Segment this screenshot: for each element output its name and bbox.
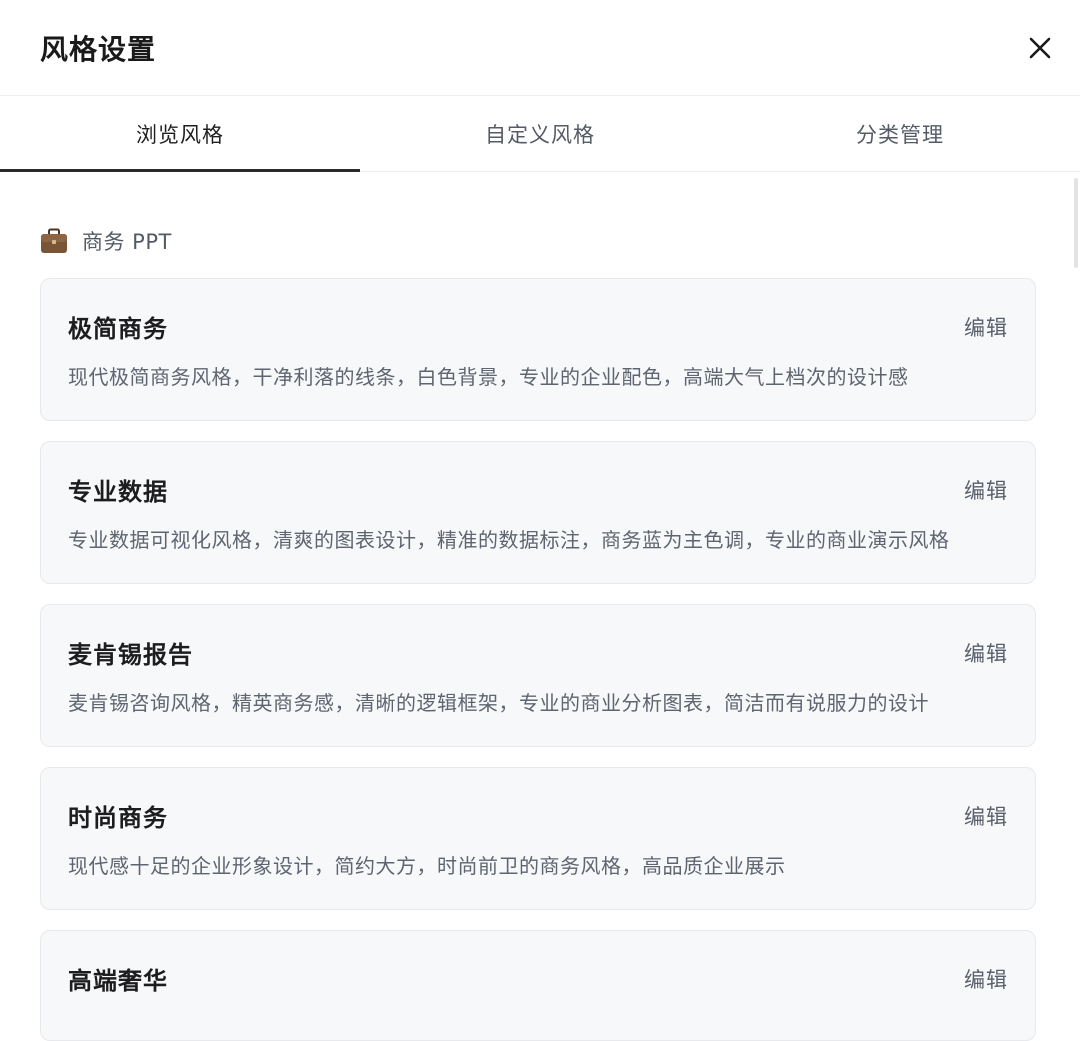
tab-custom-style[interactable]: 自定义风格 xyxy=(360,96,720,171)
edit-button[interactable]: 编辑 xyxy=(964,964,1008,994)
tab-browse-styles[interactable]: 浏览风格 xyxy=(0,96,360,172)
style-card[interactable]: 极简商务 编辑 现代极简商务风格，干净利落的线条，白色背景，专业的企业配色，高端… xyxy=(40,278,1036,421)
dialog-title: 风格设置 xyxy=(40,32,157,66)
style-card[interactable]: 麦肯锡报告 编辑 麦肯锡咨询风格，精英商务感，清晰的逻辑框架，专业的商业分析图表… xyxy=(40,604,1036,747)
edit-button[interactable]: 编辑 xyxy=(964,801,1008,831)
style-card-title: 极简商务 xyxy=(68,315,168,343)
style-settings-dialog: 风格设置 浏览风格 自定义风格 分类管理 商务 PPT 极简商务 编辑 现代极简… xyxy=(0,0,1080,1041)
style-card-title: 专业数据 xyxy=(68,478,168,506)
tab-bar: 浏览风格 自定义风格 分类管理 xyxy=(0,96,1080,172)
edit-button[interactable]: 编辑 xyxy=(964,312,1008,342)
style-card-description: 现代感十足的企业形象设计，简约大方，时尚前卫的商务风格，高品质企业展示 xyxy=(68,854,786,878)
style-cards: 极简商务 编辑 现代极简商务风格，干净利落的线条，白色背景，专业的企业配色，高端… xyxy=(0,262,1080,1041)
scrollbar-thumb[interactable] xyxy=(1074,178,1078,268)
edit-button[interactable]: 编辑 xyxy=(964,475,1008,505)
category-title: 商务 PPT xyxy=(82,230,172,254)
category-header: 商务 PPT xyxy=(0,172,1080,262)
style-card[interactable]: 专业数据 编辑 专业数据可视化风格，清爽的图表设计，精准的数据标注，商务蓝为主色… xyxy=(40,441,1036,584)
style-card-title: 时尚商务 xyxy=(68,804,168,832)
dialog-header: 风格设置 xyxy=(0,0,1080,96)
edit-button[interactable]: 编辑 xyxy=(964,638,1008,668)
briefcase-icon xyxy=(41,228,67,253)
tab-category-management[interactable]: 分类管理 xyxy=(720,96,1080,171)
style-card[interactable]: 高端奢华 编辑 xyxy=(40,930,1036,1041)
style-card[interactable]: 时尚商务 编辑 现代感十足的企业形象设计，简约大方，时尚前卫的商务风格，高品质企… xyxy=(40,767,1036,910)
style-card-description: 现代极简商务风格，干净利落的线条，白色背景，专业的企业配色，高端大气上档次的设计… xyxy=(68,365,909,389)
style-card-title: 麦肯锡报告 xyxy=(68,641,193,669)
scrollbar[interactable] xyxy=(1072,172,1080,1041)
style-list-panel: 商务 PPT 极简商务 编辑 现代极简商务风格，干净利落的线条，白色背景，专业的… xyxy=(0,172,1080,1041)
style-card-title: 高端奢华 xyxy=(68,967,168,995)
style-card-description: 麦肯锡咨询风格，精英商务感，清晰的逻辑框架，专业的商业分析图表，简洁而有说服力的… xyxy=(68,691,929,715)
close-button[interactable] xyxy=(1020,28,1060,68)
style-card-description: 专业数据可视化风格，清爽的图表设计，精准的数据标注，商务蓝为主色调，专业的商业演… xyxy=(68,528,950,552)
close-icon xyxy=(1029,37,1051,58)
